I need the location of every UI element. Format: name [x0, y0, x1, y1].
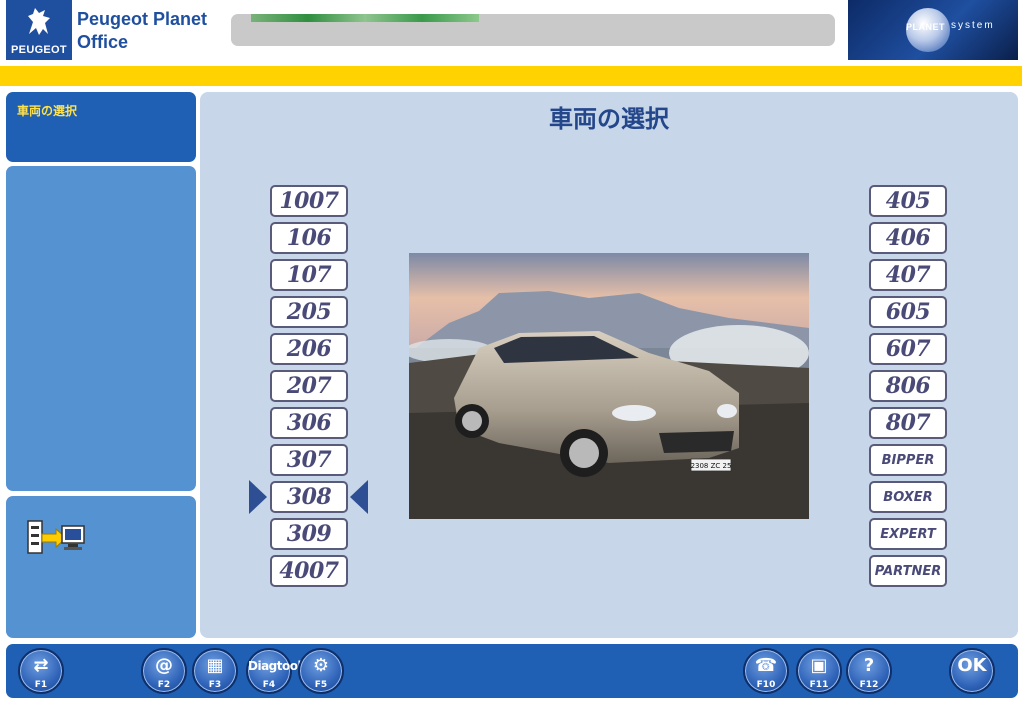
data-transfer-icon[interactable] [26, 518, 86, 558]
function-key-bar: ⇄ F1 @ F2 ▦ F3 Diagtool F4 ⚙ F5 ☎ F10 ▣ F11? F12 OK [6, 644, 1018, 698]
model-button-307[interactable]: 307 [270, 444, 348, 476]
diagtool-icon: Diagtool [248, 659, 302, 673]
page-title: 車両の選択 [549, 105, 669, 133]
status-bar [231, 14, 835, 46]
progress-indicator [251, 14, 479, 22]
logo-text: PEUGEOT [11, 44, 67, 56]
selection-arrow-right-icon [249, 480, 267, 514]
model-button-605[interactable]: 605 [869, 296, 947, 328]
sidebar-content-panel [6, 166, 196, 491]
model-button-607[interactable]: 607 [869, 333, 947, 365]
function-key-label: F2 [157, 680, 171, 690]
f10-button[interactable]: ☎ F10 [743, 648, 789, 694]
phone-icon: ☎ [754, 655, 778, 676]
model-button-205[interactable]: 205 [270, 296, 348, 328]
function-key-label: F1 [34, 680, 48, 690]
function-key-label: F11 [809, 680, 829, 690]
help-icon: ? [863, 655, 875, 676]
f11-button[interactable]: ▣ F11 [796, 648, 842, 694]
peugeot-logo: PEUGEOT [6, 0, 72, 60]
model-button-partner[interactable]: PARTNER [869, 555, 947, 587]
app-title: Peugeot Planet Office [77, 8, 207, 54]
f12-button[interactable]: ? F12 [846, 648, 892, 694]
selection-arrow-left-icon [350, 480, 368, 514]
sidebar-action-panel [6, 496, 196, 638]
function-key-label: F3 [208, 680, 222, 690]
language-icon: ▣ [810, 655, 828, 676]
app-window: { "header": { "logo_text": "PEUGEOT", "t… [0, 0, 1022, 706]
app-title-line1: Peugeot Planet [77, 9, 208, 29]
car-illustration: 2308 ZC 25 [409, 253, 809, 519]
system-word: system [951, 20, 995, 31]
vehicle-photo: 2308 ZC 25 [409, 253, 809, 519]
f5-button[interactable]: ⚙ F5 [298, 648, 344, 694]
function-key-label: F10 [756, 680, 776, 690]
model-button-207[interactable]: 207 [270, 370, 348, 402]
ok-button[interactable]: OK [949, 648, 995, 694]
model-button-expert[interactable]: EXPERT [869, 518, 947, 550]
model-button-206[interactable]: 206 [270, 333, 348, 365]
app-title-line2: Office [77, 32, 129, 52]
sidebar-title: 車両の選択 [17, 104, 78, 118]
sidebar-title-panel: 車両の選択 [6, 92, 196, 162]
chart-icon: ▦ [206, 655, 224, 676]
header: PEUGEOT Peugeot Planet Office PLANET sys… [0, 0, 1022, 62]
model-button-807[interactable]: 807 [869, 407, 947, 439]
license-plate: 2308 ZC 25 [691, 462, 732, 470]
model-button-1007[interactable]: 1007 [270, 185, 348, 217]
planet-system-banner: PLANET system [848, 0, 1018, 60]
model-button-309[interactable]: 309 [270, 518, 348, 550]
lion-icon [28, 8, 50, 35]
f1-button[interactable]: ⇄ F1 [18, 648, 64, 694]
f3-button[interactable]: ▦ F3 [192, 648, 238, 694]
model-button-407[interactable]: 407 [869, 259, 947, 291]
tools-icon: ⚙ [312, 655, 330, 676]
f2-button[interactable]: @ F2 [141, 648, 187, 694]
model-button-boxer[interactable]: BOXER [869, 481, 947, 513]
ok-icon: OK [957, 655, 987, 676]
model-button-107[interactable]: 107 [270, 259, 348, 291]
model-button-406[interactable]: 406 [869, 222, 947, 254]
planet-word: PLANET [906, 22, 945, 32]
model-button-4007[interactable]: 4007 [270, 555, 348, 587]
model-button-bipper[interactable]: BIPPER [869, 444, 947, 476]
model-button-308[interactable]: 308 [270, 481, 348, 513]
vehicle-selection-panel: 車両の選択 2308 ZC 25 1007 106 107 205 206 20… [200, 92, 1018, 638]
function-key-label: F12 [859, 680, 879, 690]
model-button-306[interactable]: 306 [270, 407, 348, 439]
f4-button[interactable]: Diagtool F4 [246, 648, 302, 694]
model-button-405[interactable]: 405 [869, 185, 947, 217]
at-icon: @ [155, 655, 173, 676]
model-button-106[interactable]: 106 [270, 222, 348, 254]
accent-bar [0, 66, 1022, 86]
function-key-label: F5 [314, 680, 328, 690]
model-button-806[interactable]: 806 [869, 370, 947, 402]
function-key-label: F4 [262, 680, 276, 690]
exit-icon: ⇄ [33, 655, 49, 676]
